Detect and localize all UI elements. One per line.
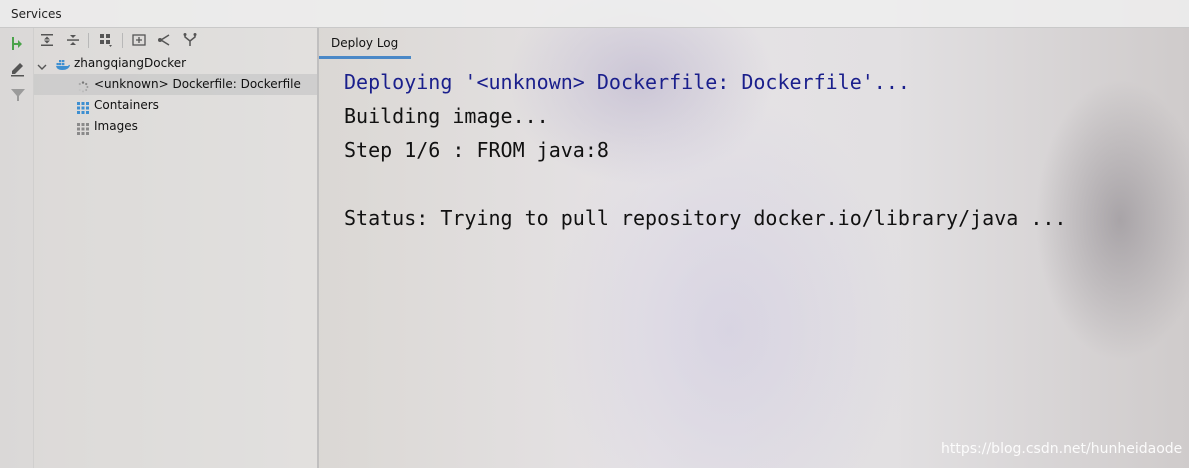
services-tree-panel: zhangqiangDocker <unknown> Dockerfile: D… xyxy=(34,28,317,468)
filter-icon[interactable] xyxy=(9,86,27,104)
log-line: Status: Trying to pull repository docker… xyxy=(344,206,1067,230)
tool-window-header: Services xyxy=(0,0,1189,28)
edit-icon[interactable] xyxy=(9,60,27,78)
images-icon xyxy=(77,121,89,135)
log-line: Building image... xyxy=(344,104,549,128)
deploy-log-output[interactable]: Deploying '<unknown> Dockerfile: Dockerf… xyxy=(319,60,1189,468)
window-title: Services xyxy=(11,7,62,21)
split-icon[interactable] xyxy=(182,32,198,48)
containers-icon xyxy=(77,100,89,114)
tree-root-docker-connection[interactable]: zhangqiangDocker xyxy=(34,53,317,74)
containers-label: Containers xyxy=(94,98,159,112)
tab-deploy-log[interactable]: Deploy Log xyxy=(319,28,411,59)
collapse-all-icon[interactable] xyxy=(65,32,81,48)
details-tab-strip: Deploy Log xyxy=(319,28,1189,59)
toolbar-separator xyxy=(88,33,89,48)
expand-all-icon[interactable] xyxy=(39,32,55,48)
connect-icon[interactable] xyxy=(156,32,172,48)
spinner-icon xyxy=(77,79,89,93)
tree-toolbar xyxy=(34,28,317,53)
watermark: https://blog.csdn.net/hunheidaode xyxy=(941,441,1183,457)
left-toolbar xyxy=(0,28,34,468)
chevron-down-icon[interactable] xyxy=(37,58,47,70)
log-line: Step 1/6 : FROM java:8 xyxy=(344,138,609,162)
group-icon[interactable] xyxy=(98,32,114,48)
active-tab-indicator xyxy=(319,56,411,59)
tree-item-dockerfile-deployment[interactable]: <unknown> Dockerfile: Dockerfile xyxy=(34,74,317,95)
tab-deploy-log-label: Deploy Log xyxy=(331,36,399,50)
new-service-icon[interactable] xyxy=(131,32,147,48)
images-label: Images xyxy=(94,119,138,133)
docker-icon xyxy=(56,57,70,70)
tree-item-images[interactable]: Images xyxy=(34,116,317,137)
log-line: Deploying '<unknown> Dockerfile: Dockerf… xyxy=(344,70,910,94)
deploy-icon[interactable] xyxy=(9,35,27,53)
dockerfile-deployment-label: <unknown> Dockerfile: Dockerfile xyxy=(94,77,301,91)
tree-item-containers[interactable]: Containers xyxy=(34,95,317,116)
docker-connection-label: zhangqiangDocker xyxy=(74,56,187,70)
toolbar-separator xyxy=(122,33,123,48)
